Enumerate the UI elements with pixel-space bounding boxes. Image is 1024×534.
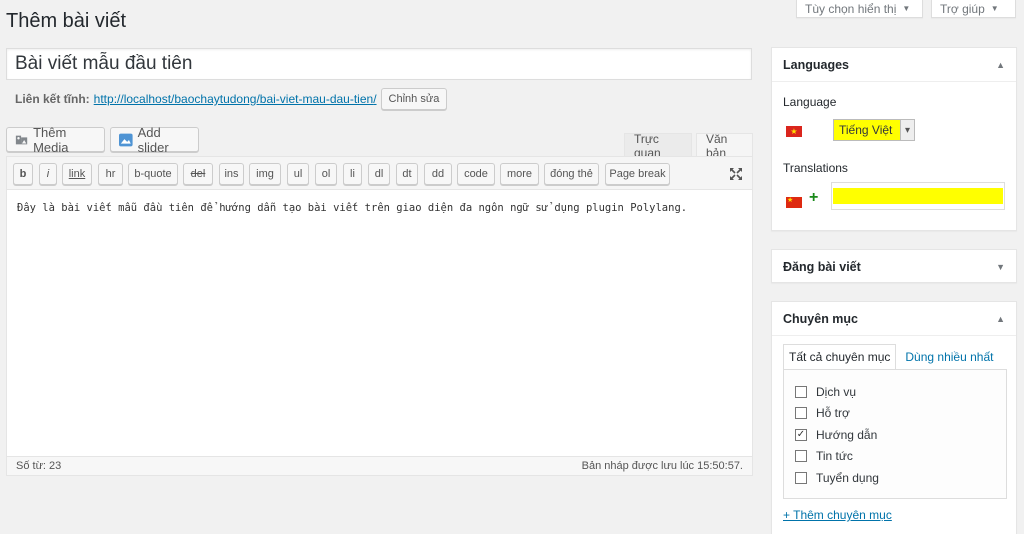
category-item[interactable]: Tin tức <box>795 448 853 464</box>
quicktag-link-button[interactable]: link <box>62 163 92 185</box>
quicktag-dt-button[interactable]: dt <box>396 163 418 185</box>
collapse-up-icon[interactable]: ▲ <box>996 60 1005 70</box>
caret-down-icon: ▼ <box>990 4 999 13</box>
tab-visual[interactable]: Trực quan <box>624 132 692 160</box>
china-flag-icon: ★ <box>786 197 802 208</box>
post-title-input[interactable]: Bài viết mẫu đầu tiên <box>6 48 752 80</box>
permalink-label: Liên kết tĩnh: <box>15 92 90 106</box>
collapse-up-icon[interactable]: ▲ <box>996 314 1005 324</box>
category-item[interactable]: Hỗ trợ <box>795 405 850 421</box>
draft-saved-status: Bản nháp được lưu lúc 15:50:57. <box>581 460 743 472</box>
expand-down-icon[interactable]: ▼ <box>996 262 1005 272</box>
page-title: Thêm bài viết <box>6 10 127 32</box>
category-label: Hướng dẫn <box>816 428 878 442</box>
highlight-mark <box>833 188 1003 204</box>
quicktag-more-button[interactable]: more <box>500 163 539 185</box>
quicktag-ul-button[interactable]: ul <box>287 163 309 185</box>
screen-options-label: Tùy chọn hiển thị <box>805 1 897 16</box>
quicktag-ol-button[interactable]: ol <box>315 163 337 185</box>
quicktag-italic-button[interactable]: i <box>39 163 57 185</box>
category-list: Dịch vụ Hỗ trợ ✓ Hướng dẫn Tin tức Tuyển… <box>783 369 1007 499</box>
editor: b i link hr b-quote del ins img ul ol li… <box>6 156 753 476</box>
add-media-button[interactable]: Thêm Media <box>6 124 105 155</box>
category-label: Dịch vụ <box>816 385 857 399</box>
fullscreen-icon[interactable] <box>728 166 744 182</box>
category-item[interactable]: Tuyển dụng <box>795 470 879 486</box>
add-media-label: Thêm Media <box>33 124 69 155</box>
language-select[interactable]: Tiếng Việt ▾ <box>833 119 915 141</box>
translations-label: Translations <box>783 161 848 175</box>
publish-box-title: Đăng bài viết <box>783 260 861 274</box>
quicktag-hr-button[interactable]: hr <box>98 163 123 185</box>
tab-all-categories[interactable]: Tất cả chuyên mục <box>783 344 897 370</box>
media-icon <box>15 135 28 144</box>
help-label: Trợ giúp <box>940 1 985 16</box>
language-select-value: Tiếng Việt <box>834 120 900 140</box>
permalink-slug: bai-viet-mau-dau-tien <box>259 92 374 106</box>
quicktag-img-button[interactable]: img <box>249 163 281 185</box>
add-slider-label: Add slider <box>137 124 169 155</box>
checkbox[interactable] <box>795 407 807 419</box>
permalink-trailing: / <box>373 92 377 106</box>
tab-most-used[interactable]: Dùng nhiều nhất <box>900 344 998 370</box>
vietnam-flag-icon: ★ <box>786 126 802 137</box>
add-slider-button[interactable]: Add slider <box>110 124 199 155</box>
permalink-link[interactable]: http://localhost/baochaytudong/bai-viet-… <box>94 92 377 106</box>
add-translation-icon[interactable]: + <box>809 190 818 206</box>
checkbox-checked[interactable]: ✓ <box>795 429 807 441</box>
category-item[interactable]: ✓ Hướng dẫn <box>795 427 877 443</box>
quicktag-ins-button[interactable]: ins <box>219 163 244 185</box>
quicktag-close-tags-button[interactable]: đóng thẻ <box>544 163 599 185</box>
category-label: Tin tức <box>816 449 853 463</box>
checkbox[interactable] <box>795 472 807 484</box>
category-tabs: Tất cả chuyên mục Dùng nhiều nhất <box>783 344 998 370</box>
categories-box: Chuyên mục ▲ Tất cả chuyên mục Dùng nhiề… <box>771 301 1017 534</box>
language-label: Language <box>783 95 837 109</box>
screen-options-button[interactable]: Tùy chọn hiển thị ▼ <box>796 0 923 18</box>
publish-box-header[interactable]: Đăng bài viết ▼ <box>772 250 1016 284</box>
translation-input[interactable] <box>831 182 1005 210</box>
permalink-row: Liên kết tĩnh: http://localhost/baochayt… <box>15 88 448 110</box>
quicktag-bquote-button[interactable]: b-quote <box>128 163 178 185</box>
permalink-base: http://localhost/baochaytudong/ <box>93 92 260 106</box>
word-count: Số từ: 23 <box>16 460 62 472</box>
quicktag-bold-button[interactable]: b <box>13 163 33 185</box>
slider-icon <box>119 133 133 146</box>
quicktag-code-button[interactable]: code <box>457 163 495 185</box>
caret-down-icon: ▼ <box>902 4 911 13</box>
add-category-link[interactable]: + Thêm chuyên mục <box>783 508 892 522</box>
edit-permalink-button[interactable]: Chỉnh sửa <box>380 88 448 110</box>
quicktag-dd-button[interactable]: dd <box>424 163 452 185</box>
checkbox[interactable] <box>795 450 807 462</box>
quicktag-page-break-button[interactable]: Page break <box>605 163 670 185</box>
categories-box-title: Chuyên mục <box>783 311 859 326</box>
editor-status-bar: Số từ: 23 Bản nháp được lưu lúc 15:50:57… <box>6 456 753 476</box>
quicktag-dl-button[interactable]: dl <box>368 163 390 185</box>
category-label: Tuyển dụng <box>816 471 879 485</box>
quicktags-toolbar: b i link hr b-quote del ins img ul ol li… <box>7 157 752 190</box>
languages-box-header[interactable]: Languages ▲ <box>772 48 1016 82</box>
tab-text[interactable]: Văn bản <box>696 132 753 160</box>
quicktag-li-button[interactable]: li <box>343 163 362 185</box>
chevron-down-icon: ▾ <box>900 120 914 140</box>
help-button[interactable]: Trợ giúp ▼ <box>931 0 1016 18</box>
checkbox[interactable] <box>795 386 807 398</box>
languages-box-title: Languages <box>783 57 849 72</box>
quicktag-del-button[interactable]: del <box>183 163 213 185</box>
categories-box-header[interactable]: Chuyên mục ▲ <box>772 302 1016 336</box>
category-item[interactable]: Dịch vụ <box>795 384 856 400</box>
category-label: Hỗ trợ <box>816 406 850 420</box>
publish-box: Đăng bài viết ▼ <box>771 249 1017 283</box>
editor-textarea[interactable]: Đây là bài viết mẫu đầu tiên để hướng dẫ… <box>17 202 737 214</box>
languages-box: Languages ▲ Language ★ Tiếng Việt ▾ Tran… <box>771 47 1017 231</box>
